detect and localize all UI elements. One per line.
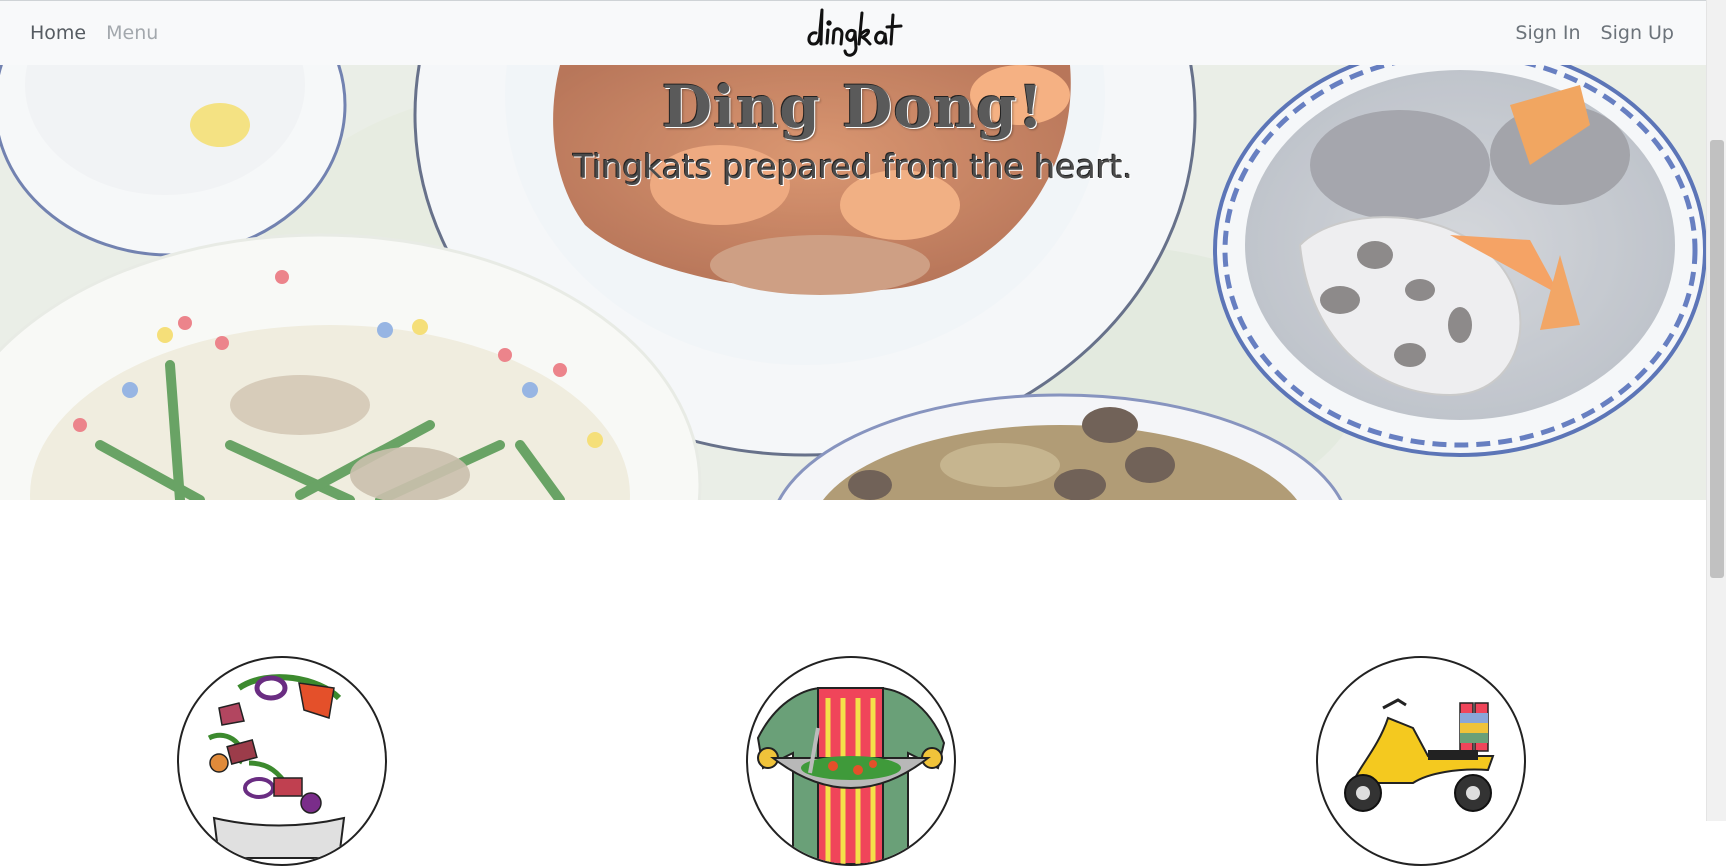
brand-logo[interactable] [800,3,910,63]
hero-subtitle: Tingkats prepared from the heart. [573,147,1133,186]
page-scrollbar[interactable] [1706,0,1726,821]
nav-home-link[interactable]: Home [30,22,86,44]
feature-ingredients [177,656,387,866]
scrollbar-thumb[interactable] [1710,140,1724,578]
nav-right-group: Sign In Sign Up [1515,22,1674,44]
scooter-delivery-icon [1344,698,1495,812]
dingkat-logo-icon [807,8,903,57]
feature-cooking [746,656,956,866]
nav-left-group: Home Menu [30,22,158,44]
navbar: Home Menu Sign In Sign Up [0,0,1706,65]
feature-delivery [1316,656,1526,866]
nav-menu-link[interactable]: Menu [106,22,158,44]
hero-title: Ding Dong! [661,73,1045,141]
vegetables-ingredients-icon [207,674,346,859]
chef-holding-wok-icon [756,687,946,864]
sign-up-link[interactable]: Sign Up [1601,22,1674,44]
hero-banner: Ding Dong! Tingkats prepared from the he… [0,65,1706,500]
sign-in-link[interactable]: Sign In [1515,22,1580,44]
